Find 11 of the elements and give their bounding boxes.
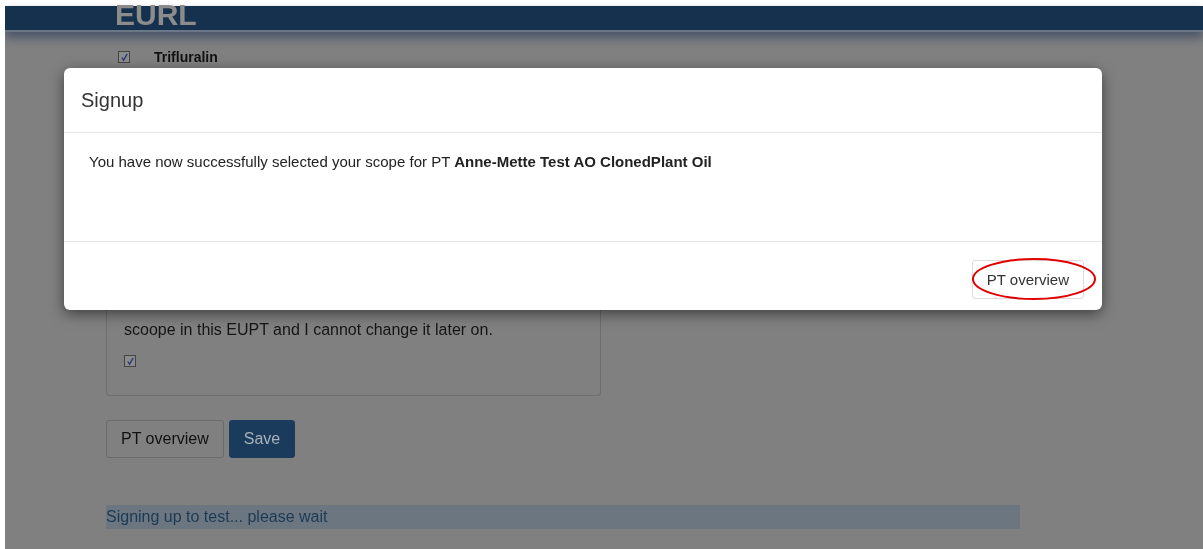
dialog-title: Signup bbox=[81, 88, 144, 112]
overview-button[interactable]: PT overview bbox=[971, 260, 1084, 299]
save-button[interactable]: Save bbox=[228, 420, 296, 458]
acceptance-text: scoope in this EUPT and I cannot change it later on. bbox=[124, 320, 494, 340]
dialog-message: You have now successfully selected your scope for PT Anne-Mette Test AO ClonedPlant Oil bbox=[89, 153, 713, 170]
status-message: Signing up to test... please wait bbox=[106, 505, 1020, 529]
overview-button[interactable]: PT overview bbox=[106, 420, 224, 458]
checkbox[interactable] bbox=[118, 51, 130, 63]
compound-label: Trifluralin bbox=[154, 49, 218, 65]
accept-checkbox[interactable] bbox=[124, 355, 136, 367]
logo-text: EURL bbox=[115, 0, 197, 30]
